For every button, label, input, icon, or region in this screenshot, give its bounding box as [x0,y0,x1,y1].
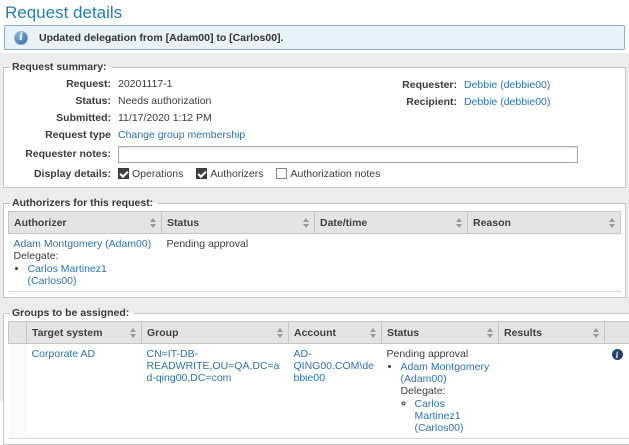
requester-row: Requester: Debbie (debbie00) [387,76,550,93]
sort-icon [130,328,136,338]
operations-checkbox[interactable] [118,168,129,179]
request-summary-section: Request summary: Request: 20201117-1 Sta… [3,61,626,188]
datetime-column-header[interactable]: Date/time [315,212,468,234]
authorizers-table: Authorizer Status Date/time Reason [8,211,621,292]
group-status-authorizer-link[interactable]: Adam Montgomery (Adam00) [401,361,490,385]
request-value: 20201117-1 [118,78,173,90]
groups-header-row: Target system Group Account Status Resul… [9,322,629,344]
requester-link[interactable]: Debbie (debbie00) [464,79,550,91]
status-label: Status: [8,95,111,107]
account-column-label: Account [294,327,336,339]
group-cell: CN=IT-DB-READWRITE,OU=QA,DC=ad-qing00,DC… [142,344,289,439]
authorizer-datetime-cell [315,234,468,292]
target-system-column-header[interactable]: Target system [27,322,142,344]
authorization-notes-checkbox[interactable] [276,168,287,179]
groups-table: Target system Group Account Status Resul… [8,321,629,439]
request-type-row: Request type Change group membership [8,126,621,143]
checkbox-operations[interactable]: Operations [118,168,196,180]
status-column-header[interactable]: Status [162,212,315,234]
group-status-column-header[interactable]: Status [382,322,499,344]
group-delegate-link[interactable]: Carlos Martinez1 (Carlos00) [415,398,464,434]
status-value: Needs authorization [118,95,211,107]
submitted-label: Submitted: [8,112,111,124]
sort-icon [609,218,615,228]
sort-icon [150,218,156,228]
gutter-cell [9,344,27,439]
content-area: Request summary: Request: 20201117-1 Sta… [0,53,629,401]
request-label: Request: [8,78,111,90]
authorizer-status-cell: Pending approval [162,234,315,292]
group-delegate-label: Delegate: [401,385,494,397]
datetime-column-label: Date/time [320,217,367,229]
results-cell [499,344,605,439]
recipient-row: Recipient: Debbie (debbie00) [387,93,550,110]
authorizers-checkbox-label: Authorizers [210,168,263,180]
request-type-label: Request type [8,129,111,141]
page-title: Request details [5,3,629,22]
account-cell: AD-QING00.COM\debbie00 [289,344,382,439]
authorization-notes-checkbox-label: Authorization notes [290,168,380,180]
sort-icon [277,328,283,338]
target-system-column-label: Target system [32,327,102,339]
submitted-value: 11/17/2020 1:12 PM [118,112,212,124]
reason-column-header[interactable]: Reason [468,212,621,234]
request-summary-legend: Request summary: [10,61,112,73]
requester-notes-label: Requester notes: [8,148,111,160]
authorizers-section: Authorizers for this request: Authorizer… [3,197,626,298]
reason-column-label: Reason [473,217,511,229]
operations-checkbox-label: Operations [132,168,183,180]
group-table-row: Corporate AD CN=IT-DB-READWRITE,OU=QA,DC… [9,344,629,439]
banner-message: Updated delegation from [Adam00] to [Car… [39,32,283,44]
group-status-column-label: Status [387,327,419,339]
account-link[interactable]: AD-QING00.COM\debbie00 [294,348,375,384]
target-system-link[interactable]: Corporate AD [32,348,96,360]
row-actions-cell: i [605,344,629,439]
group-status-text: Pending approval [387,348,494,360]
requester-notes-row: Requester notes: [8,143,621,165]
group-status-cell: Pending approval Adam Montgomery (Adam00… [382,344,499,439]
authorizers-legend: Authorizers for this request: [10,197,158,209]
group-column-label: Group [147,327,179,339]
requester-notes-input[interactable] [118,146,578,163]
summary-right-column: Requester: Debbie (debbie00) Recipient: … [387,76,550,110]
sort-icon [370,328,376,338]
authorizers-header-row: Authorizer Status Date/time Reason [9,212,621,234]
authorizer-column-label: Authorizer [14,217,67,229]
display-details-row: Display details: Operations Authorizers … [8,165,621,182]
info-banner: i Updated delegation from [Adam00] to [C… [4,25,625,50]
sort-icon [487,328,493,338]
delegate-link[interactable]: Carlos Martinez1 (Carlos00) [28,263,107,287]
sort-icon [593,328,599,338]
results-column-label: Results [504,327,542,339]
sort-icon [303,218,309,228]
gutter-column-header [9,322,27,344]
authorizer-reason-cell [468,234,621,292]
authorizer-link[interactable]: Adam Montgomery (Adam00) [14,238,152,250]
display-details-label: Display details: [8,168,111,180]
checkbox-authorization-notes[interactable]: Authorization notes [276,168,393,180]
row-info-icon[interactable]: i [612,349,623,360]
requester-label: Requester: [387,79,457,91]
account-column-header[interactable]: Account [289,322,382,344]
request-type-link[interactable]: Change group membership [118,129,245,141]
status-column-label: Status [167,217,199,229]
recipient-label: Recipient: [387,96,457,108]
sort-icon [456,218,462,228]
actions-column-header [605,322,629,344]
recipient-link[interactable]: Debbie (debbie00) [464,96,550,108]
group-link[interactable]: CN=IT-DB-READWRITE,OU=QA,DC=ad-qing00,DC… [147,348,280,384]
authorizer-table-row: Adam Montgomery (Adam00) Delegate: Carlo… [9,234,621,292]
checkbox-authorizers[interactable]: Authorizers [196,168,276,180]
group-column-header[interactable]: Group [142,322,289,344]
target-system-cell: Corporate AD [27,344,142,439]
authorizer-cell: Adam Montgomery (Adam00) Delegate: Carlo… [9,234,162,292]
submitted-row: Submitted: 11/17/2020 1:12 PM [8,109,621,126]
groups-legend: Groups to be assigned: [10,307,134,319]
delegate-label: Delegate: [14,250,157,262]
authorizer-column-header[interactable]: Authorizer [9,212,162,234]
results-column-header[interactable]: Results [499,322,605,344]
groups-section: Groups to be assigned: Target system Gro… [3,307,629,445]
authorizers-checkbox[interactable] [196,168,207,179]
info-icon: i [14,31,28,45]
